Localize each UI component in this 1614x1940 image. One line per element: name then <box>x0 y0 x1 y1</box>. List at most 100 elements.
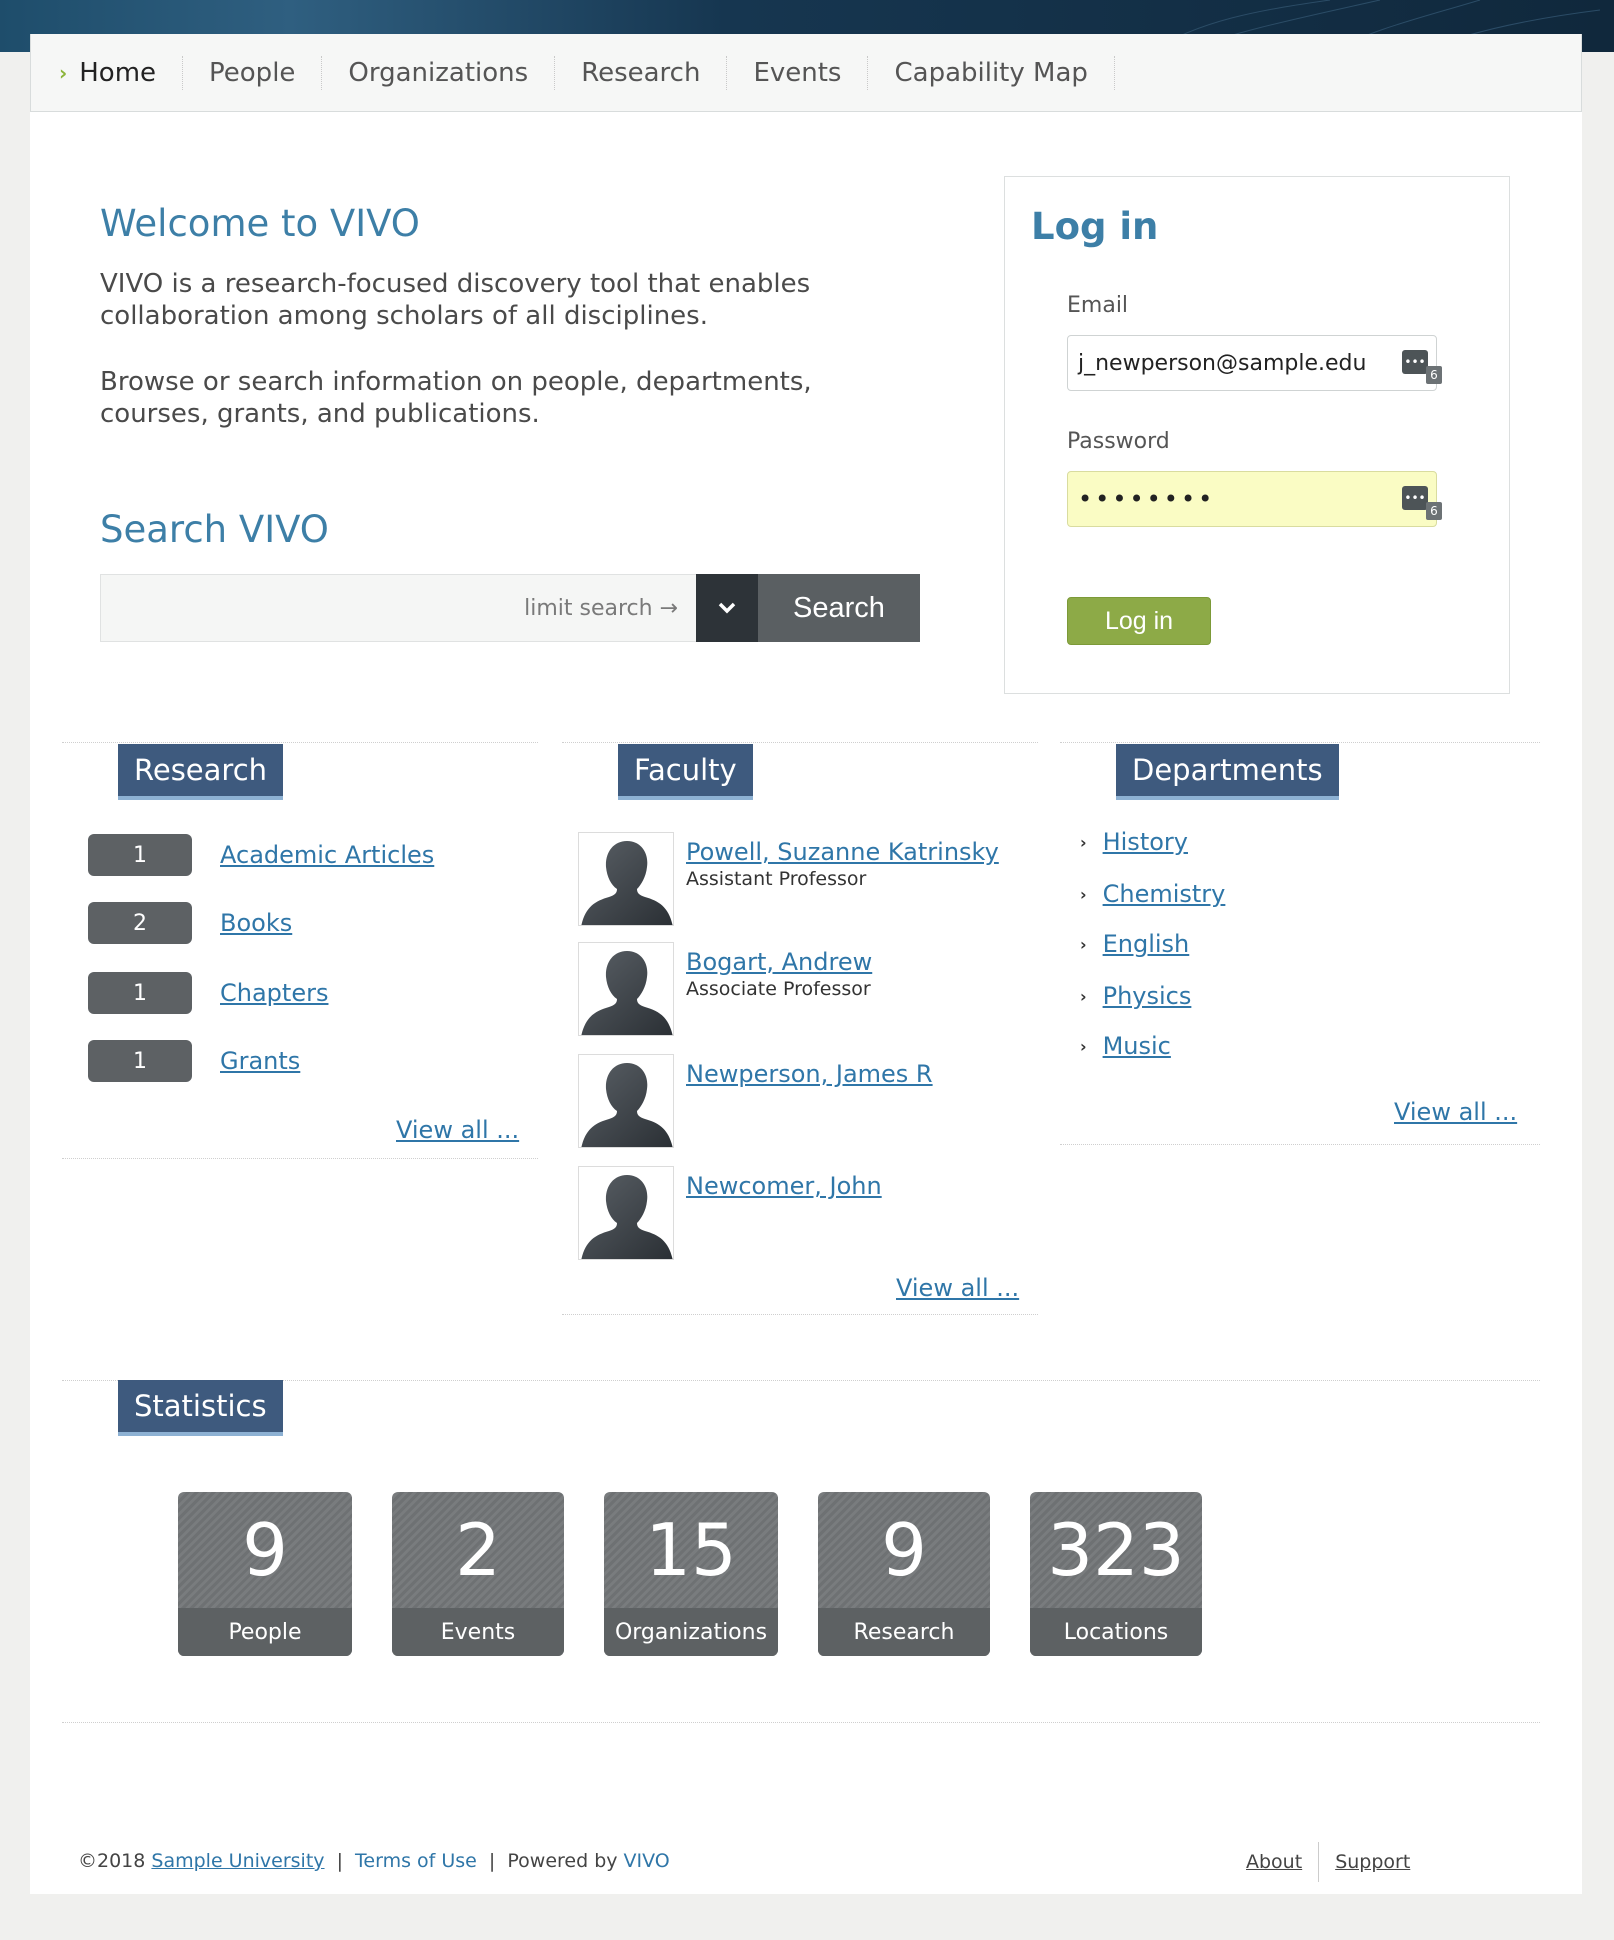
divider <box>562 1314 1038 1315</box>
about-link[interactable]: About <box>1246 1851 1302 1873</box>
stat-label: Research <box>818 1608 990 1656</box>
stat-value: 323 <box>1047 1508 1185 1592</box>
welcome-title: Welcome to VIVO <box>100 202 420 245</box>
terms-link[interactable]: Terms of Use <box>355 1850 477 1872</box>
department-item: › Physics <box>1080 982 1191 1010</box>
department-link-english[interactable]: English <box>1103 930 1190 958</box>
support-link[interactable]: Support <box>1335 1851 1410 1873</box>
email-label: Email <box>1067 293 1129 318</box>
faculty-title: Associate Professor <box>686 978 871 1000</box>
welcome-intro: VIVO is a research-focused discovery too… <box>100 269 811 331</box>
faculty-section-title: Faculty <box>618 744 753 800</box>
research-link-chapters[interactable]: Chapters <box>220 979 328 1007</box>
research-item-grants: 1 Grants <box>88 1040 300 1082</box>
chevron-right-icon: › <box>1080 1036 1087 1056</box>
department-link-history[interactable]: History <box>1103 828 1188 856</box>
nav-research[interactable]: Research <box>555 55 728 90</box>
limit-search-label: limit search → <box>524 595 678 621</box>
research-item-books: 2 Books <box>88 902 292 944</box>
stat-locations[interactable]: 323 Locations <box>1030 1492 1202 1656</box>
department-item: › Chemistry <box>1080 880 1225 908</box>
faculty-title: Assistant Professor <box>686 868 867 890</box>
departments-view-all-link[interactable]: View all ... <box>1394 1098 1517 1126</box>
person-silhouette-icon <box>581 1175 673 1259</box>
department-item: › History <box>1080 828 1188 856</box>
main-nav: › Home People Organizations Research Eve… <box>30 34 1582 112</box>
research-item-chapters: 1 Chapters <box>88 972 328 1014</box>
nav-organizations[interactable]: Organizations <box>322 55 556 90</box>
powered-by-text: Powered by <box>507 1850 618 1872</box>
stat-organizations[interactable]: 15 Organizations <box>604 1492 778 1656</box>
research-link-grants[interactable]: Grants <box>220 1047 300 1075</box>
stat-people[interactable]: 9 People <box>178 1492 352 1656</box>
stat-label: Events <box>392 1608 564 1656</box>
research-view-all-link[interactable]: View all ... <box>396 1116 519 1144</box>
faculty-name-link[interactable]: Newperson, James R <box>686 1060 933 1088</box>
person-silhouette-icon <box>581 841 673 925</box>
faculty-view-all-link[interactable]: View all ... <box>896 1274 1019 1302</box>
faculty-item: Newcomer, John <box>578 1166 882 1260</box>
password-value: •••••••• <box>1078 485 1216 513</box>
search-button[interactable]: Search <box>758 574 920 642</box>
research-section-title: Research <box>118 744 284 800</box>
nav-capability-map[interactable]: Capability Map <box>868 55 1115 90</box>
search-bar: limit search → Search <box>100 574 920 642</box>
nav-home[interactable]: › Home <box>59 55 184 90</box>
count-badge: 1 <box>88 972 192 1014</box>
statistics-section-title: Statistics <box>118 1380 283 1436</box>
password-manager-icon[interactable]: ••• <box>1402 350 1428 374</box>
login-title: Log in <box>1031 205 1159 248</box>
faculty-name-link[interactable]: Powell, Suzanne Katrinsky <box>686 838 999 866</box>
stat-events[interactable]: 2 Events <box>392 1492 564 1656</box>
footer-divider <box>1318 1842 1320 1882</box>
stat-research[interactable]: 9 Research <box>818 1492 990 1656</box>
stat-label: People <box>178 1608 352 1656</box>
nav-people-label: People <box>209 57 296 88</box>
password-manager-badge: 6 <box>1426 502 1442 520</box>
avatar[interactable] <box>578 942 674 1036</box>
password-label: Password <box>1067 429 1170 454</box>
stat-label: Organizations <box>604 1608 778 1656</box>
avatar[interactable] <box>578 832 674 926</box>
chevron-right-icon: › <box>1080 884 1087 904</box>
research-item-academic-articles: 1 Academic Articles <box>88 834 434 876</box>
email-value: j_newperson@sample.edu <box>1078 350 1367 376</box>
search-filter-dropdown[interactable] <box>696 574 758 642</box>
password-manager-icon[interactable]: ••• <box>1402 486 1428 510</box>
faculty-item: Newperson, James R <box>578 1054 933 1148</box>
footer-separator: | <box>488 1850 496 1872</box>
department-link-physics[interactable]: Physics <box>1103 982 1192 1010</box>
nav-events[interactable]: Events <box>727 55 869 90</box>
stat-value: 2 <box>455 1508 501 1592</box>
password-field[interactable]: •••••••• ••• 6 <box>1067 471 1442 527</box>
department-link-chemistry[interactable]: Chemistry <box>1103 880 1226 908</box>
divider <box>62 742 538 743</box>
email-field[interactable]: j_newperson@sample.edu ••• 6 <box>1067 335 1442 391</box>
avatar[interactable] <box>578 1166 674 1260</box>
stat-value: 9 <box>242 1508 288 1592</box>
department-item: › Music <box>1080 1032 1171 1060</box>
faculty-item: Bogart, Andrew Associate Professor <box>578 942 872 1036</box>
login-panel: Log in Email j_newperson@sample.edu ••• … <box>1004 176 1510 694</box>
university-link[interactable]: Sample University <box>151 1850 324 1872</box>
stat-value: 15 <box>645 1508 737 1592</box>
faculty-name-link[interactable]: Newcomer, John <box>686 1172 882 1200</box>
faculty-item: Powell, Suzanne Katrinsky Assistant Prof… <box>578 832 999 926</box>
research-link-books[interactable]: Books <box>220 909 292 937</box>
vivo-link[interactable]: VIVO <box>624 1850 670 1872</box>
avatar[interactable] <box>578 1054 674 1148</box>
chevron-right-icon: › <box>1080 934 1087 954</box>
divider <box>62 1158 538 1159</box>
faculty-name-link[interactable]: Bogart, Andrew <box>686 948 872 976</box>
search-title: Search VIVO <box>100 508 329 551</box>
chevron-right-icon: › <box>1080 832 1087 852</box>
divider <box>62 1380 1540 1381</box>
department-link-music[interactable]: Music <box>1103 1032 1171 1060</box>
search-input[interactable]: limit search → <box>100 574 696 642</box>
research-link-academic-articles[interactable]: Academic Articles <box>220 841 434 869</box>
login-button[interactable]: Log in <box>1067 597 1211 645</box>
nav-people[interactable]: People <box>183 55 323 90</box>
footer-separator: | <box>336 1850 343 1872</box>
page-container: › Home People Organizations Research Eve… <box>30 34 1582 1894</box>
person-silhouette-icon <box>581 1063 673 1147</box>
